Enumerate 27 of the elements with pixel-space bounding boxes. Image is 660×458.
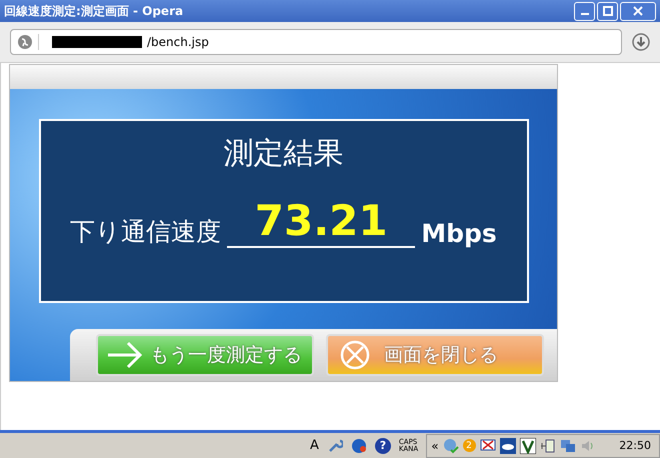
maximize-button[interactable] [597,2,618,20]
speed-value: 73.21 [227,200,416,248]
maximize-icon [602,6,612,16]
speed-unit: Mbps [421,219,497,248]
wrench-icon[interactable] [326,438,343,454]
power-plug-icon[interactable] [540,438,556,454]
minimize-button[interactable] [574,2,595,20]
clock[interactable]: 22:50 [619,439,655,452]
ball-icon[interactable] [350,438,367,454]
help-button[interactable]: ? [374,438,391,454]
address-field[interactable]: /bench.jsp [10,29,622,55]
close-button[interactable] [620,2,656,20]
tray-expand-button[interactable]: « [431,438,439,452]
download-icon[interactable] [632,33,650,51]
speed-label: 下り通信速度 [70,216,222,248]
minimize-icon [580,13,588,15]
url-text: /bench.jsp [147,35,209,49]
cloud-icon[interactable] [500,438,516,454]
language-indicator[interactable]: A [310,438,319,453]
v-logo-icon[interactable] [520,438,536,454]
result-heading: 測定結果 [224,135,344,173]
monitor-icon[interactable] [480,438,496,454]
arrow-icon [106,340,144,370]
circled-x-icon [340,340,370,370]
network-icon[interactable] [560,438,576,454]
window-title: 回線速度測定:測定画面 - Opera [4,2,184,20]
close-icon [633,6,643,16]
